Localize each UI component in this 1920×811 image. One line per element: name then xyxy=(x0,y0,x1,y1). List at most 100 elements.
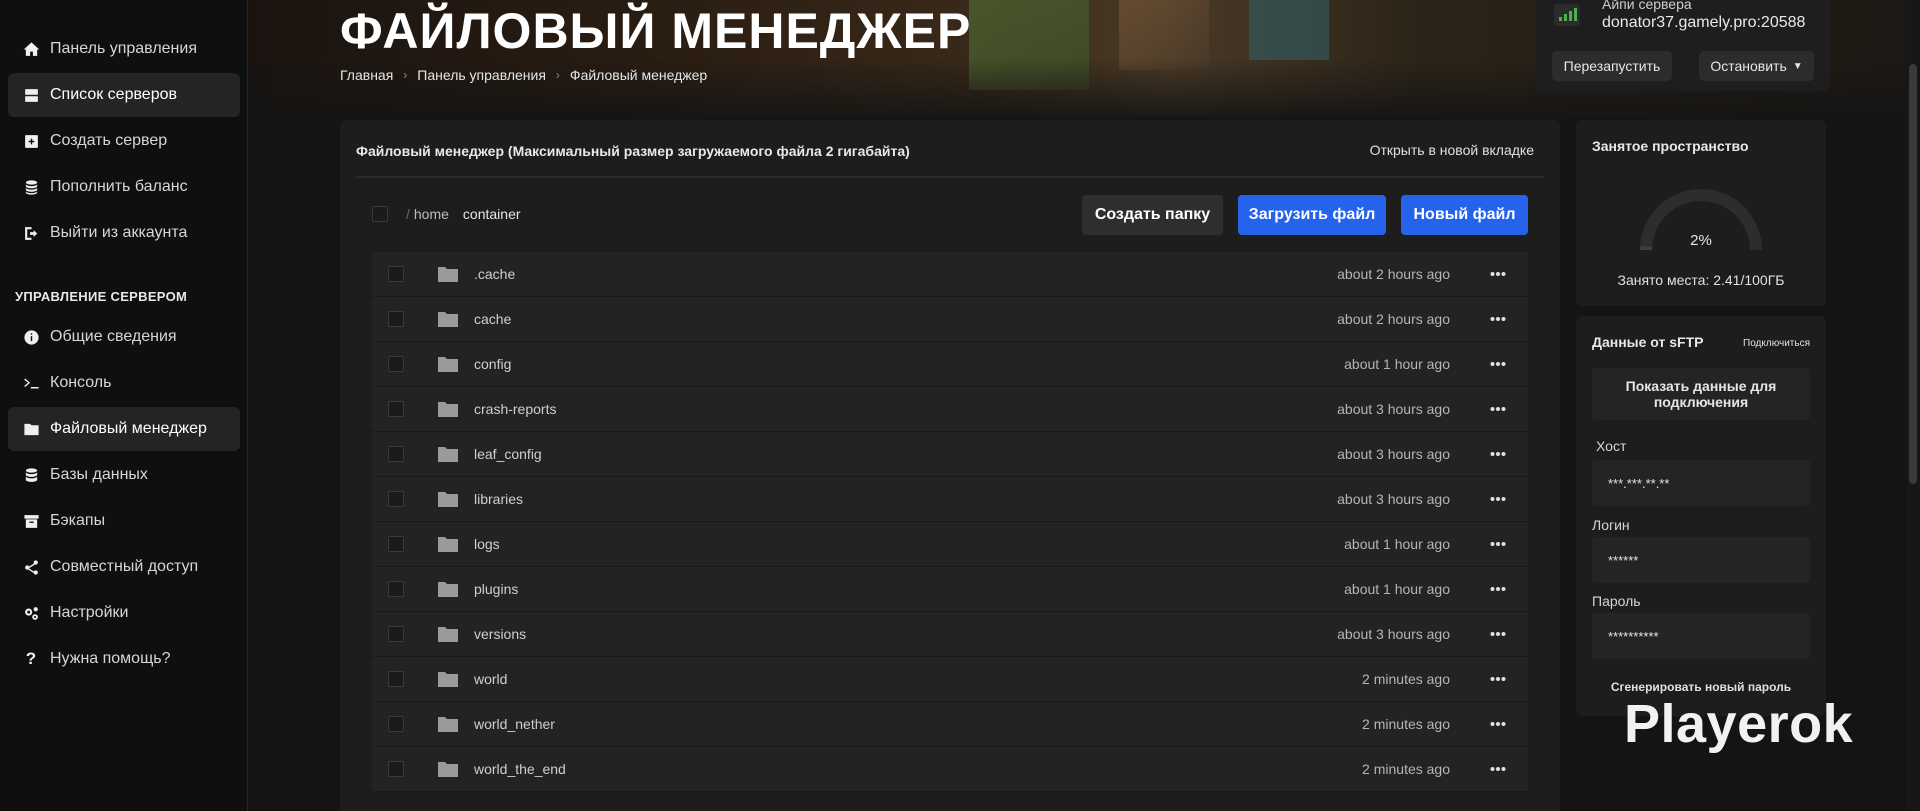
row-checkbox[interactable] xyxy=(388,311,404,327)
file-name[interactable]: world_the_end xyxy=(474,761,566,777)
row-checkbox[interactable] xyxy=(388,266,404,282)
more-options-icon[interactable] xyxy=(1490,316,1506,322)
sidebar-item-help[interactable]: ? Нужна помощь? xyxy=(8,637,240,681)
file-name[interactable]: logs xyxy=(474,536,500,552)
folder-icon xyxy=(438,446,458,462)
path-bar: / home container xyxy=(372,206,521,222)
file-row[interactable]: versions about 3 hours ago xyxy=(372,612,1528,657)
file-row[interactable]: libraries about 3 hours ago xyxy=(372,477,1528,522)
sidebar-item-databases[interactable]: Базы данных xyxy=(8,453,240,497)
scrollbar-thumb[interactable] xyxy=(1909,64,1917,484)
sidebar-item-label: Список серверов xyxy=(50,86,177,103)
file-modified: 2 minutes ago xyxy=(1362,761,1450,777)
folder-icon xyxy=(438,581,458,597)
sidebar-item-label: Пополнить баланс xyxy=(50,178,188,195)
file-name[interactable]: libraries xyxy=(474,491,523,507)
folder-icon xyxy=(438,266,458,282)
open-new-tab-link[interactable]: Открыть в новой вкладке xyxy=(1370,142,1534,158)
sidebar-item-overview[interactable]: Общие сведения xyxy=(8,315,240,359)
stop-button[interactable]: Остановить ▼ xyxy=(1699,51,1814,81)
restart-button[interactable]: Перезапустить xyxy=(1552,51,1672,81)
file-name[interactable]: config xyxy=(474,356,511,372)
row-checkbox[interactable] xyxy=(388,446,404,462)
file-row[interactable]: world_the_end 2 minutes ago xyxy=(372,747,1528,792)
sidebar-item-logout[interactable]: Выйти из аккаунта xyxy=(8,211,240,255)
path-home[interactable]: home xyxy=(414,206,449,222)
breadcrumb: Главная › Панель управления › Файловый м… xyxy=(340,67,707,83)
folder-icon xyxy=(438,491,458,507)
file-row[interactable]: logs about 1 hour ago xyxy=(372,522,1528,567)
sidebar-item-server-list[interactable]: Список серверов xyxy=(8,73,240,117)
more-options-icon[interactable] xyxy=(1490,676,1506,682)
more-options-icon[interactable] xyxy=(1490,766,1506,772)
row-checkbox[interactable] xyxy=(388,716,404,732)
file-name[interactable]: plugins xyxy=(474,581,518,597)
file-row[interactable]: plugins about 1 hour ago xyxy=(372,567,1528,612)
login-field[interactable]: ****** xyxy=(1592,537,1810,583)
row-checkbox[interactable] xyxy=(388,761,404,777)
file-name[interactable]: world xyxy=(474,671,507,687)
more-options-icon[interactable] xyxy=(1490,541,1506,547)
more-options-icon[interactable] xyxy=(1490,496,1506,502)
sidebar-item-backups[interactable]: Бэкапы xyxy=(8,499,240,543)
file-modified: about 3 hours ago xyxy=(1337,446,1450,462)
page-title: ФАЙЛОВЫЙ МЕНЕДЖЕР xyxy=(340,3,972,59)
row-checkbox[interactable] xyxy=(388,671,404,687)
upload-file-button[interactable]: Загрузить файл xyxy=(1238,195,1386,235)
more-options-icon[interactable] xyxy=(1490,721,1506,727)
sidebar-item-label: Общие сведения xyxy=(50,328,177,345)
host-field[interactable]: ***.***.**.** xyxy=(1592,460,1810,506)
file-row[interactable]: world 2 minutes ago xyxy=(372,657,1528,702)
file-name[interactable]: .cache xyxy=(474,266,515,282)
file-name[interactable]: cache xyxy=(474,311,511,327)
sidebar-item-file-manager[interactable]: Файловый менеджер xyxy=(8,407,240,451)
question-icon: ? xyxy=(25,649,37,668)
breadcrumb-dashboard[interactable]: Панель управления xyxy=(417,67,546,83)
server-address: donator37.gamely.pro:20588 xyxy=(1602,14,1806,31)
sidebar-item-label: Бэкапы xyxy=(50,512,106,529)
chevron-right-icon: › xyxy=(555,68,560,82)
more-options-icon[interactable] xyxy=(1490,361,1506,367)
sidebar-item-settings[interactable]: Настройки xyxy=(8,591,240,635)
sftp-card: Данные от sFTP Подключиться Показать дан… xyxy=(1576,316,1826,716)
file-row[interactable]: crash-reports about 3 hours ago xyxy=(372,387,1528,432)
file-name[interactable]: world_nether xyxy=(474,716,555,732)
row-checkbox[interactable] xyxy=(388,356,404,372)
file-row[interactable]: .cache about 2 hours ago xyxy=(372,252,1528,297)
breadcrumb-home[interactable]: Главная xyxy=(340,67,393,83)
file-row[interactable]: world_nether 2 minutes ago xyxy=(372,702,1528,747)
row-checkbox[interactable] xyxy=(388,581,404,597)
more-options-icon[interactable] xyxy=(1490,631,1506,637)
file-modified: about 1 hour ago xyxy=(1344,536,1450,552)
create-folder-button[interactable]: Создать папку xyxy=(1082,195,1223,235)
file-row[interactable]: leaf_config about 3 hours ago xyxy=(372,432,1528,477)
plus-square-icon xyxy=(22,132,40,150)
password-field[interactable]: ********** xyxy=(1592,613,1810,659)
row-checkbox[interactable] xyxy=(388,626,404,642)
show-credentials-button[interactable]: Показать данные для подключения xyxy=(1592,368,1810,420)
scrollbar[interactable] xyxy=(1906,0,1920,811)
file-name[interactable]: versions xyxy=(474,626,526,642)
file-modified: about 1 hour ago xyxy=(1344,356,1450,372)
row-checkbox[interactable] xyxy=(388,536,404,552)
row-checkbox[interactable] xyxy=(388,491,404,507)
more-options-icon[interactable] xyxy=(1490,451,1506,457)
sidebar-item-console[interactable]: Консоль xyxy=(8,361,240,405)
server-info: Айпи сервера donator37.gamely.pro:20588 … xyxy=(1536,0,1830,91)
more-options-icon[interactable] xyxy=(1490,586,1506,592)
row-checkbox[interactable] xyxy=(388,401,404,417)
file-row[interactable]: config about 1 hour ago xyxy=(372,342,1528,387)
sidebar-item-dashboard[interactable]: Панель управления xyxy=(8,27,240,71)
sidebar-item-shared-access[interactable]: Совместный доступ xyxy=(8,545,240,589)
sidebar-item-create-server[interactable]: Создать сервер xyxy=(8,119,240,163)
new-file-button[interactable]: Новый файл xyxy=(1401,195,1528,235)
connect-link[interactable]: Подключиться xyxy=(1743,338,1810,349)
file-name[interactable]: leaf_config xyxy=(474,446,542,462)
file-row[interactable]: cache about 2 hours ago xyxy=(372,297,1528,342)
select-all-checkbox[interactable] xyxy=(372,206,388,222)
file-name[interactable]: crash-reports xyxy=(474,401,556,417)
sidebar-item-top-up[interactable]: Пополнить баланс xyxy=(8,165,240,209)
sidebar: Панель управления Список серверов Создат… xyxy=(0,0,248,811)
more-options-icon[interactable] xyxy=(1490,271,1506,277)
more-options-icon[interactable] xyxy=(1490,406,1506,412)
